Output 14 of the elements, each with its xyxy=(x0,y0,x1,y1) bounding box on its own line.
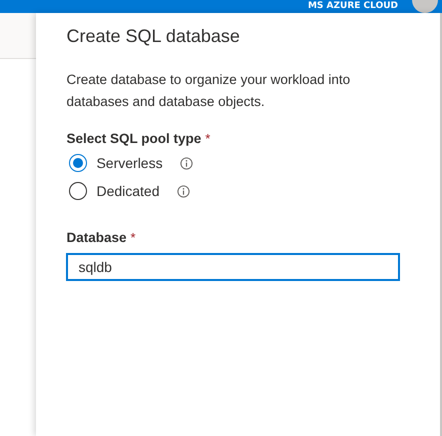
info-icon[interactable] xyxy=(180,156,193,170)
pool-type-label: Select SQL pool type xyxy=(66,131,202,146)
required-mark: * xyxy=(205,131,210,146)
radio-button[interactable] xyxy=(69,182,88,200)
option-label: Dedicated xyxy=(96,183,160,199)
panel-title: Create SQL database xyxy=(66,25,241,48)
database-label: Database xyxy=(66,230,126,245)
panel-description: Create database to organize your workload into databases and database objects. xyxy=(66,71,352,111)
required-mark: * xyxy=(130,230,136,245)
info-icon[interactable] xyxy=(176,184,190,198)
radio-button[interactable] xyxy=(69,154,88,172)
option-label: Serverless xyxy=(96,155,163,171)
account-name: MS AZURE CLOUD xyxy=(308,1,398,12)
database-input[interactable]: sqldb xyxy=(66,253,400,281)
